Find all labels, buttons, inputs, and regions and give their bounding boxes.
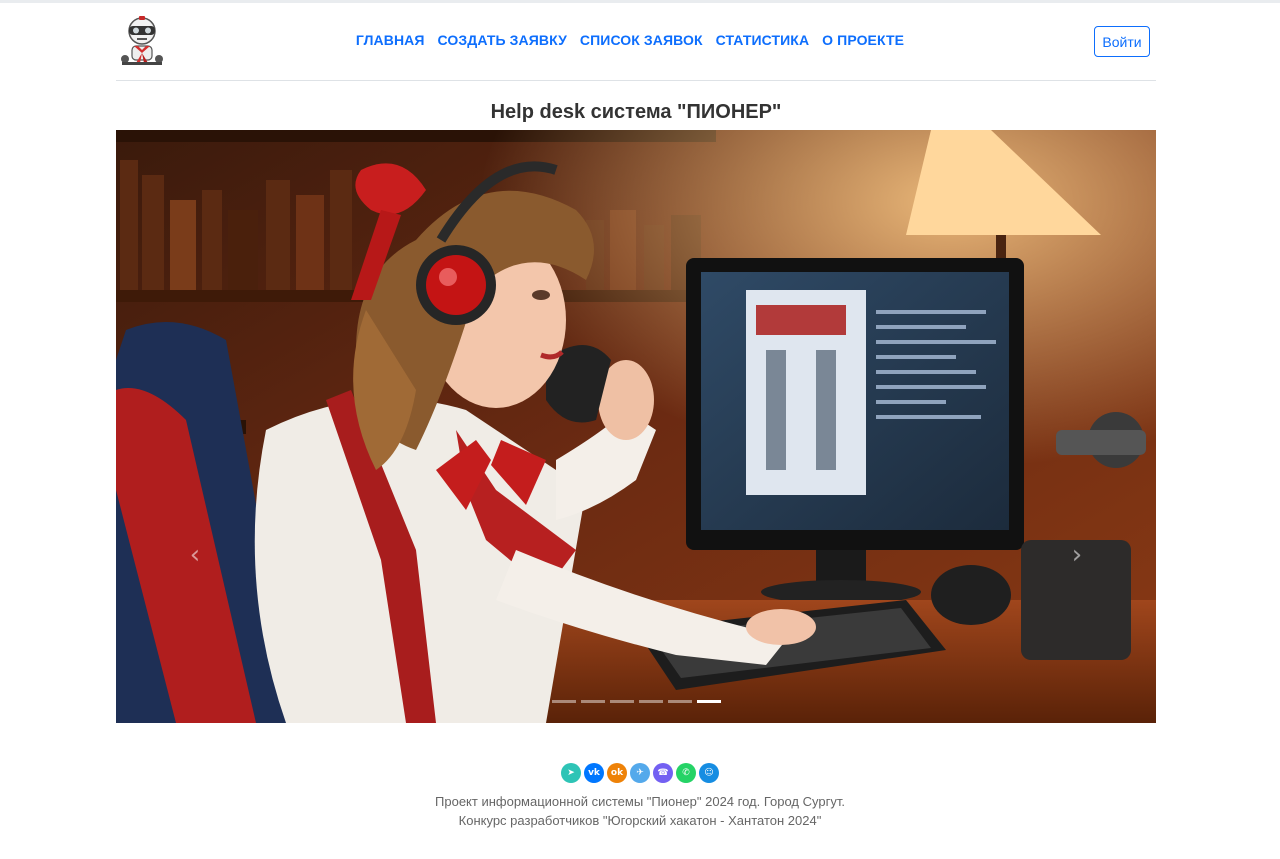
- vk-icon[interactable]: vk: [584, 763, 604, 783]
- footer-project-text: Проект информационной системы "Пионер" 2…: [435, 794, 845, 809]
- page-title: Help desk система "ПИОНЕР": [490, 101, 782, 123]
- carousel-next-button[interactable]: ›: [1062, 530, 1092, 580]
- site-header: ГЛАВНАЯ СОЗДАТЬ ЗАЯВКУ СПИСОК ЗАЯВОК СТА…: [116, 3, 1156, 81]
- carousel-indicator-6[interactable]: [696, 700, 721, 703]
- carousel-indicators: [116, 700, 1156, 703]
- moimir-icon[interactable]: ☺: [699, 763, 719, 783]
- login-button[interactable]: Войти: [1094, 26, 1150, 57]
- pioneer-girl-helpdesk-operator: [116, 130, 1156, 723]
- nav-ticket-list[interactable]: СПИСОК ЗАЯВОК: [580, 32, 703, 48]
- carousel-indicator-1[interactable]: [551, 700, 576, 703]
- hero-carousel[interactable]: ‹ ›: [116, 130, 1156, 723]
- footer-contest-text: Конкурс разработчиков "Югорский хакатон …: [458, 813, 822, 828]
- nav-create-ticket[interactable]: СОЗДАТЬ ЗАЯВКУ: [438, 32, 567, 48]
- chevron-left-icon: ‹: [189, 540, 201, 570]
- telegram-icon[interactable]: ✈: [630, 763, 650, 783]
- share-icon[interactable]: ➤: [561, 763, 581, 783]
- viber-icon[interactable]: ☎: [653, 763, 673, 783]
- chevron-right-icon: ›: [1071, 540, 1083, 570]
- nav-statistics[interactable]: СТАТИСТИКА: [716, 32, 810, 48]
- main-nav: ГЛАВНАЯ СОЗДАТЬ ЗАЯВКУ СПИСОК ЗАЯВОК СТА…: [116, 32, 1156, 48]
- carousel-indicator-4[interactable]: [638, 700, 663, 703]
- carousel-indicator-3[interactable]: [609, 700, 634, 703]
- carousel-indicator-5[interactable]: [667, 700, 692, 703]
- nav-about[interactable]: О ПРОЕКТЕ: [822, 32, 904, 48]
- odnoklassniki-icon[interactable]: ok: [607, 763, 627, 783]
- carousel-prev-button[interactable]: ‹: [180, 530, 210, 580]
- whatsapp-icon[interactable]: ✆: [676, 763, 696, 783]
- nav-home[interactable]: ГЛАВНАЯ: [356, 32, 425, 48]
- social-share-bar: ➤ vk ok ✈ ☎ ✆ ☺: [0, 763, 1280, 783]
- carousel-indicator-2[interactable]: [580, 700, 605, 703]
